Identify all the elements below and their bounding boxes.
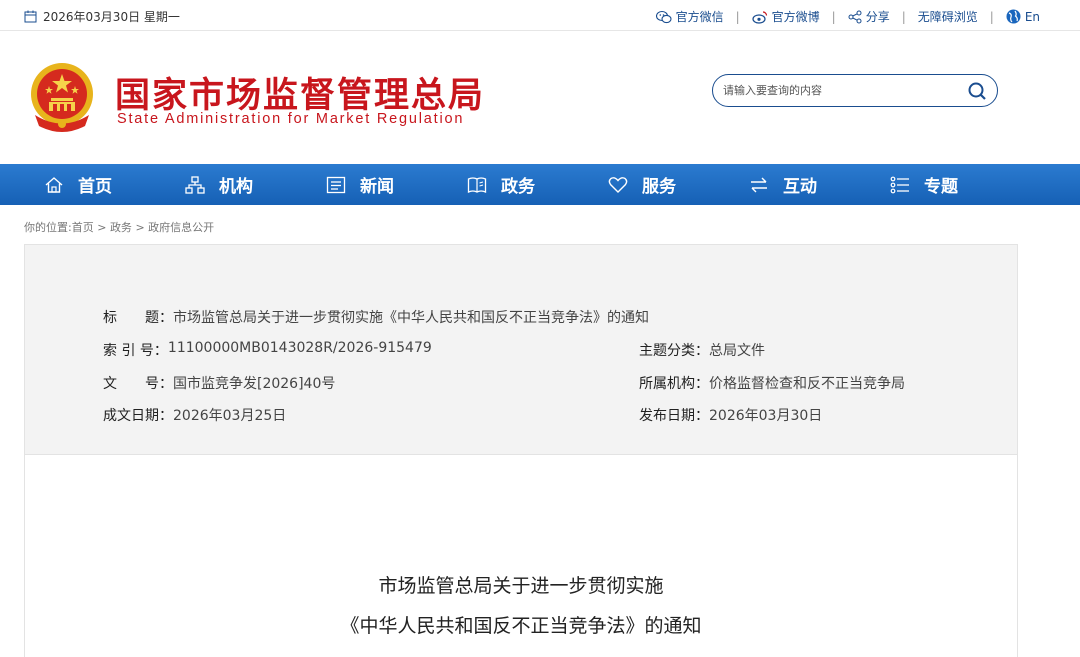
meta-topic-row: 主题分类： 总局文件: [639, 340, 765, 360]
search-icon[interactable]: [967, 81, 987, 101]
divider: |: [989, 9, 994, 24]
document-title-line1: 市场监管总局关于进一步贯彻实施: [378, 575, 664, 597]
site-header: 国家市场监督管理总局 State Administration for Mark…: [0, 31, 1080, 164]
meta-index-row: 索 引 号： 11100000MB0143028R/2026-915479: [103, 340, 432, 360]
meta-org-value: 价格监督检查和反不正当竞争局: [709, 376, 905, 392]
breadcrumb-sep: >: [135, 221, 145, 234]
nav-item-government[interactable]: 政务: [467, 164, 535, 205]
breadcrumb-home[interactable]: 首页: [72, 221, 94, 234]
list-icon: [890, 176, 909, 193]
search-input[interactable]: [723, 81, 953, 101]
top-links: 官方微信 | 官方微博 | 分享 | 无障碍浏览 | En: [655, 8, 1040, 25]
meta-index-value: 11100000MB0143028R/2026-915479: [167, 340, 432, 356]
book-icon: [467, 176, 487, 193]
nav-label: 服务: [642, 177, 676, 197]
meta-index-label: 索 引 号：: [103, 343, 168, 359]
divider: |: [901, 9, 906, 24]
nav-label: 专题: [924, 177, 958, 197]
wechat-icon: [655, 10, 672, 23]
share-label: 分享: [865, 10, 890, 24]
exchange-arrows-icon: [751, 177, 767, 192]
search-box: [712, 74, 998, 107]
document-metadata: 标 题： 市场监管总局关于进一步贯彻实施《中华人民共和国反不正当竞争法》的通知 …: [25, 245, 1017, 455]
meta-pubdate-row: 发布日期： 2026年03月30日: [639, 405, 822, 425]
nav-item-organization[interactable]: 机构: [185, 164, 253, 205]
breadcrumb-info-disclosure[interactable]: 政府信息公开: [148, 221, 214, 234]
calendar-icon: [24, 10, 37, 23]
nav-item-services[interactable]: 服务: [608, 164, 676, 205]
nav-item-news[interactable]: 新闻: [326, 164, 394, 205]
nav-label: 政务: [501, 177, 535, 197]
meta-docno-value: 国市监竞争发[2026]40号: [173, 376, 336, 392]
nav-label: 互动: [783, 177, 817, 197]
wechat-link[interactable]: 官方微信: [655, 8, 724, 25]
top-bar: 2026年03月30日 星期一 官方微信 | 官方微博 | 分享 | 无障碍浏览…: [0, 0, 1080, 31]
document-card: 标 题： 市场监管总局关于进一步贯彻实施《中华人民共和国反不正当竞争法》的通知 …: [24, 244, 1018, 657]
meta-topic-label: 主题分类：: [639, 343, 709, 359]
share-icon: [848, 10, 862, 23]
breadcrumb-sep: >: [97, 221, 107, 234]
divider: |: [735, 9, 740, 24]
english-link[interactable]: En: [1006, 9, 1040, 24]
meta-date-value: 2026年03月25日: [173, 408, 287, 424]
meta-pubdate-value: 2026年03月30日: [709, 408, 823, 424]
weibo-icon: [752, 10, 767, 24]
nav-item-topics[interactable]: 专题: [890, 164, 958, 205]
meta-docno-label: 文 号：: [103, 376, 173, 392]
breadcrumb-prefix: 你的位置:: [24, 221, 72, 234]
meta-date-label: 成文日期：: [103, 408, 173, 424]
document-title-line2: 《中华人民共和国反不正当竞争法》的通知: [340, 615, 702, 637]
site-title-en: State Administration for Market Regulati…: [117, 111, 465, 127]
meta-title-row: 标 题： 市场监管总局关于进一步贯彻实施《中华人民共和国反不正当竞争法》的通知: [103, 307, 649, 327]
breadcrumb-government[interactable]: 政务: [110, 221, 132, 234]
meta-org-row: 所属机构： 价格监督检查和反不正当竞争局: [639, 373, 905, 393]
english-label: En: [1024, 9, 1040, 24]
meta-date-row: 成文日期： 2026年03月25日: [103, 405, 286, 425]
national-emblem-logo[interactable]: [27, 60, 97, 134]
home-icon: [45, 176, 63, 193]
globe-icon: [1006, 9, 1021, 24]
nav-label: 新闻: [360, 177, 394, 197]
accessibility-link[interactable]: 无障碍浏览: [918, 8, 978, 25]
meta-docno-row: 文 号： 国市监竞争发[2026]40号: [103, 373, 335, 393]
meta-title-value: 市场监管总局关于进一步贯彻实施《中华人民共和国反不正当竞争法》的通知: [173, 310, 649, 326]
date-text: 2026年03月30日 星期一: [43, 10, 180, 24]
nav-label: 首页: [78, 177, 112, 197]
weibo-label: 官方微博: [771, 10, 820, 24]
meta-title-label: 标 题：: [103, 310, 173, 326]
main-nav: 首页 机构 新闻 政务 服务 互动 专题: [0, 164, 1080, 205]
share-link[interactable]: 分享: [848, 8, 890, 25]
weibo-link[interactable]: 官方微博: [752, 8, 820, 25]
date-display: 2026年03月30日 星期一: [24, 8, 180, 25]
divider: |: [831, 9, 836, 24]
nav-label: 机构: [219, 177, 253, 197]
meta-pubdate-label: 发布日期：: [639, 408, 709, 424]
nav-item-interaction[interactable]: 互动: [749, 164, 817, 205]
accessibility-label: 无障碍浏览: [917, 10, 978, 24]
nav-item-home[interactable]: 首页: [44, 164, 112, 205]
news-icon: [326, 176, 346, 193]
meta-org-label: 所属机构：: [639, 376, 709, 392]
org-chart-icon: [185, 175, 205, 194]
wechat-label: 官方微信: [675, 10, 724, 24]
breadcrumb: 你的位置:首页 > 政务 > 政府信息公开: [24, 219, 214, 235]
meta-topic-value: 总局文件: [709, 343, 765, 359]
heart-icon: [608, 176, 628, 193]
